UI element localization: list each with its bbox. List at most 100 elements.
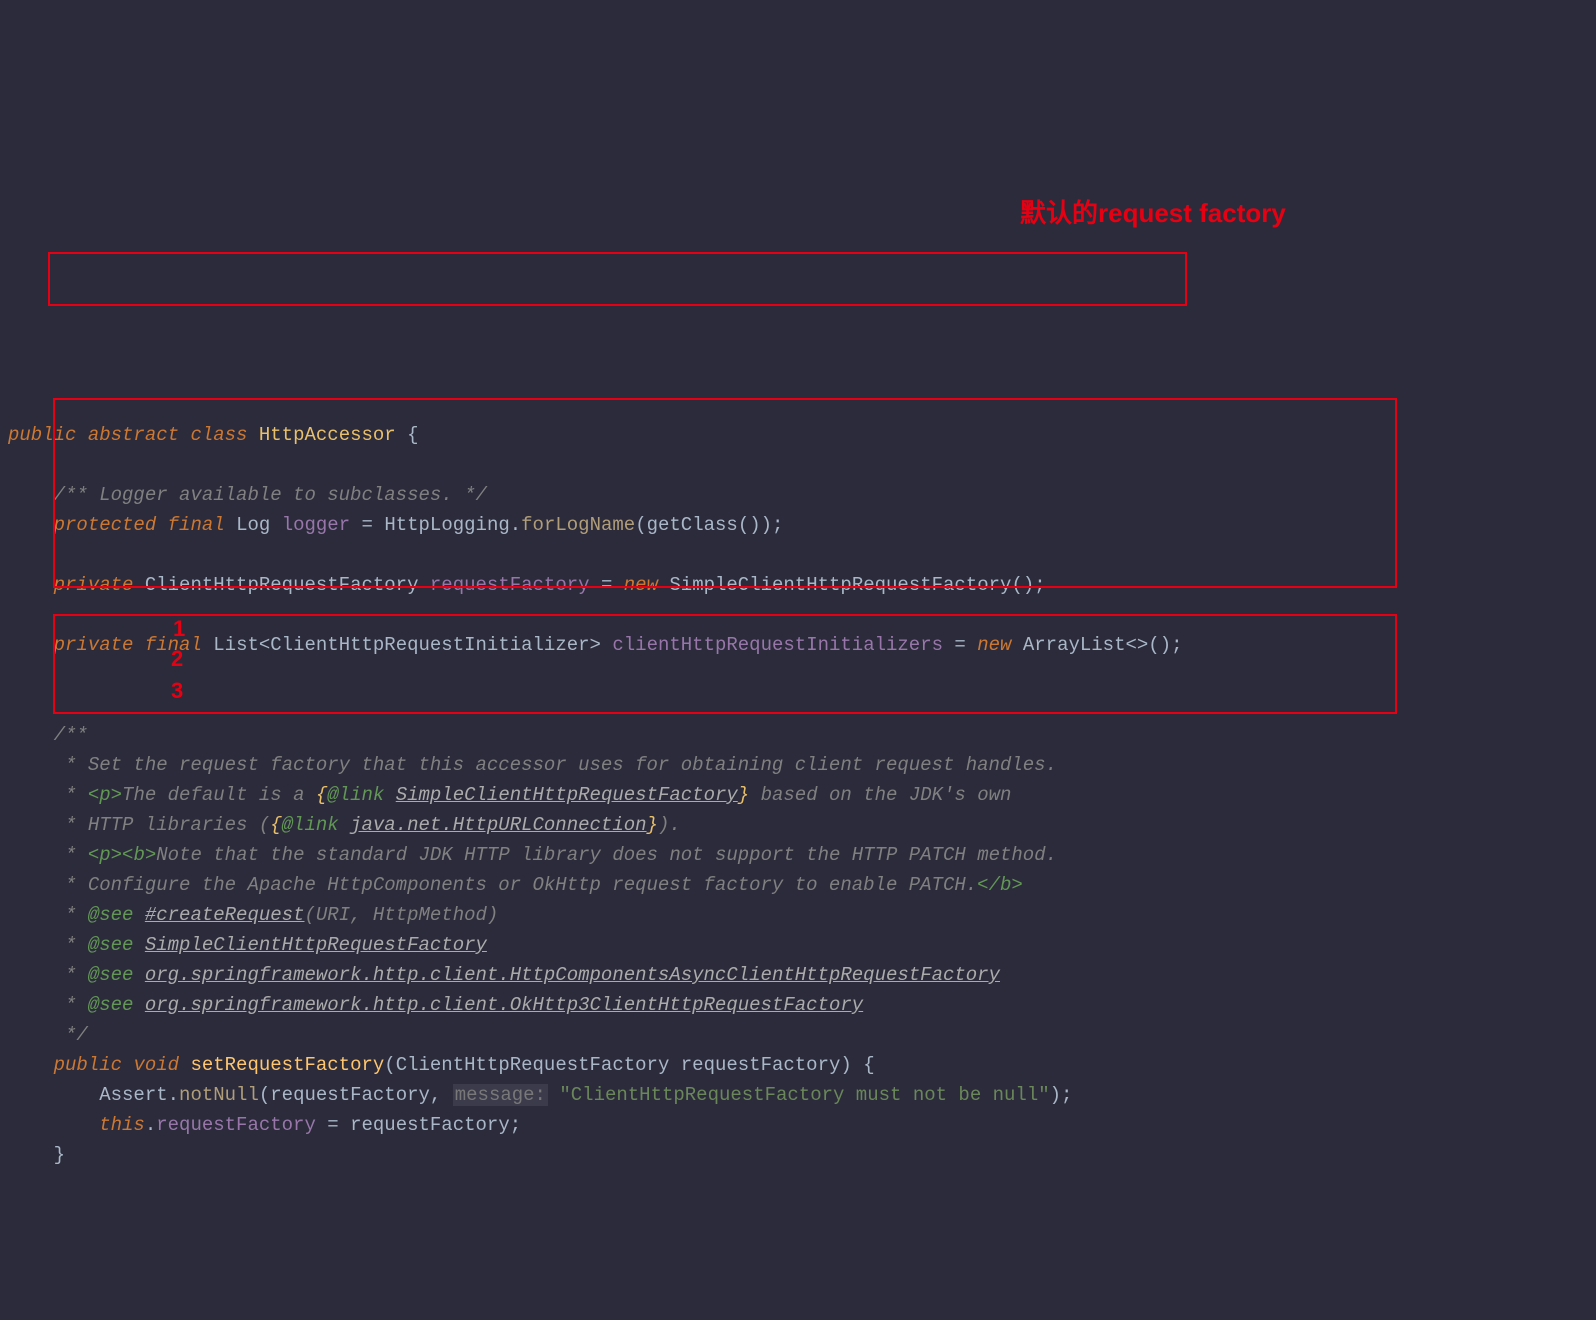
- doc-tag-p: <p>: [88, 784, 122, 806]
- sp: [384, 784, 395, 806]
- sp: [133, 904, 144, 926]
- sp: [133, 994, 144, 1016]
- doc-tag-see: @see: [88, 904, 134, 926]
- class-assert: Assert: [99, 1084, 167, 1106]
- param-type: ClientHttpRequestFactory: [396, 1054, 670, 1076]
- javadoc-text: based on the JDK's own: [749, 784, 1011, 806]
- doc-tag-b-close: </b>: [977, 874, 1023, 896]
- doc-link-ref2: org.springframework.http.client.HttpComp…: [145, 964, 1000, 986]
- javadoc-end: */: [54, 1024, 88, 1046]
- comma: ,: [430, 1084, 453, 1106]
- javadoc-text: The default is a: [122, 784, 316, 806]
- keyword-void: void: [133, 1054, 179, 1076]
- javadoc-line: * Configure the Apache HttpComponents or…: [54, 874, 978, 896]
- field-logger: logger: [282, 514, 350, 536]
- paren-end: ());: [738, 514, 784, 536]
- keyword-private: private: [54, 574, 134, 596]
- var-requestfactory: requestFactory: [350, 1114, 510, 1136]
- javadoc-line: *: [54, 784, 88, 806]
- keyword-public: public: [54, 1054, 122, 1076]
- javadoc-line: *: [54, 844, 88, 866]
- keyword-new: new: [624, 574, 658, 596]
- doc-tag-see: @see: [88, 964, 134, 986]
- highlight-box-3: [53, 614, 1397, 714]
- keyword-protected: protected: [54, 514, 157, 536]
- keyword-final: final: [168, 514, 225, 536]
- code-editor: 默认的request factory 1 2 3 public abstract…: [0, 120, 1596, 1170]
- javadoc-text: ).: [658, 814, 681, 836]
- op-assign: =: [943, 634, 977, 656]
- semicolon: ;: [510, 1114, 521, 1136]
- field-initializers: clientHttpRequestInitializers: [612, 634, 943, 656]
- param-name: requestFactory: [681, 1054, 841, 1076]
- type-factory: ClientHttpRequestFactory: [145, 574, 419, 596]
- diamond-end: <>();: [1125, 634, 1182, 656]
- doc-tag-link: @link: [282, 814, 339, 836]
- doc-tag-link: @link: [327, 784, 384, 806]
- keyword-abstract: abstract: [88, 424, 179, 446]
- brace-close: }: [54, 1144, 65, 1166]
- javadoc-text: Note that the standard JDK HTTP library …: [156, 844, 1057, 866]
- op-assign: =: [590, 574, 624, 596]
- javadoc-line: * Set the request factory that this acce…: [54, 754, 1057, 776]
- field-requestfactory: requestFactory: [156, 1114, 316, 1136]
- javadoc-line: *: [54, 994, 88, 1016]
- doc-link-simplefactory: SimpleClientHttpRequestFactory: [396, 784, 738, 806]
- annotation-num-2: 2: [171, 644, 183, 674]
- class-name: HttpAccessor: [259, 424, 396, 446]
- ctor-simplefactory: SimpleClientHttpRequestFactory: [669, 574, 1011, 596]
- doc-tag-see: @see: [88, 934, 134, 956]
- doc-link-ref1: SimpleClientHttpRequestFactory: [145, 934, 487, 956]
- method-getclass: getClass: [647, 514, 738, 536]
- string-literal: "ClientHttpRequestFactory must not be nu…: [559, 1084, 1049, 1106]
- sp: [133, 934, 144, 956]
- keyword-new: new: [977, 634, 1011, 656]
- dot: .: [510, 514, 521, 536]
- method-setrequestfactory: setRequestFactory: [190, 1054, 384, 1076]
- doc-link-urlconn: java.net.HttpURLConnection: [350, 814, 646, 836]
- lt: <: [259, 634, 270, 656]
- class-httplogging: HttpLogging: [384, 514, 509, 536]
- keyword-private: private: [54, 634, 134, 656]
- op-assign: =: [350, 514, 384, 536]
- sp: [548, 1084, 559, 1106]
- doc-link-params: (URI, HttpMethod): [304, 904, 498, 926]
- highlight-box-1: [48, 252, 1187, 306]
- paren-end: ();: [1011, 574, 1045, 596]
- doc-brace: }: [647, 814, 658, 836]
- doc-tag-b: <b>: [122, 844, 156, 866]
- javadoc-line: *: [54, 904, 88, 926]
- annotation-num-3: 3: [171, 676, 183, 706]
- paren-end: );: [1050, 1084, 1073, 1106]
- doc-tag-see: @see: [88, 994, 134, 1016]
- paren: (: [635, 514, 646, 536]
- doc-link-ref3: org.springframework.http.client.OkHttp3C…: [145, 994, 863, 1016]
- gt: >: [590, 634, 601, 656]
- keyword-class: class: [190, 424, 247, 446]
- dot: .: [168, 1084, 179, 1106]
- method-notnull: notNull: [179, 1084, 259, 1106]
- generic-type: ClientHttpRequestInitializer: [270, 634, 589, 656]
- annotation-num-1: 1: [173, 614, 185, 644]
- doc-brace: {: [316, 784, 327, 806]
- javadoc-start: /**: [54, 724, 88, 746]
- type-list: List: [213, 634, 259, 656]
- type-log: Log: [236, 514, 270, 536]
- javadoc-line: * HTTP libraries (: [54, 814, 271, 836]
- op-assign: =: [316, 1114, 350, 1136]
- comment-logger: /** Logger available to subclasses. */: [54, 484, 487, 506]
- paren: (: [259, 1084, 270, 1106]
- brace-open: {: [396, 424, 419, 446]
- param-hint-message: message:: [453, 1084, 548, 1106]
- paren: (: [384, 1054, 395, 1076]
- annotation-default-factory: 默认的request factory: [1020, 198, 1286, 228]
- sp: [339, 814, 350, 836]
- sp: [133, 964, 144, 986]
- dot: .: [145, 1114, 156, 1136]
- javadoc-line: *: [54, 964, 88, 986]
- keyword-public: public: [8, 424, 76, 446]
- doc-tag-p: <p>: [88, 844, 122, 866]
- doc-brace: {: [270, 814, 281, 836]
- keyword-this: this: [99, 1114, 145, 1136]
- javadoc-line: *: [54, 934, 88, 956]
